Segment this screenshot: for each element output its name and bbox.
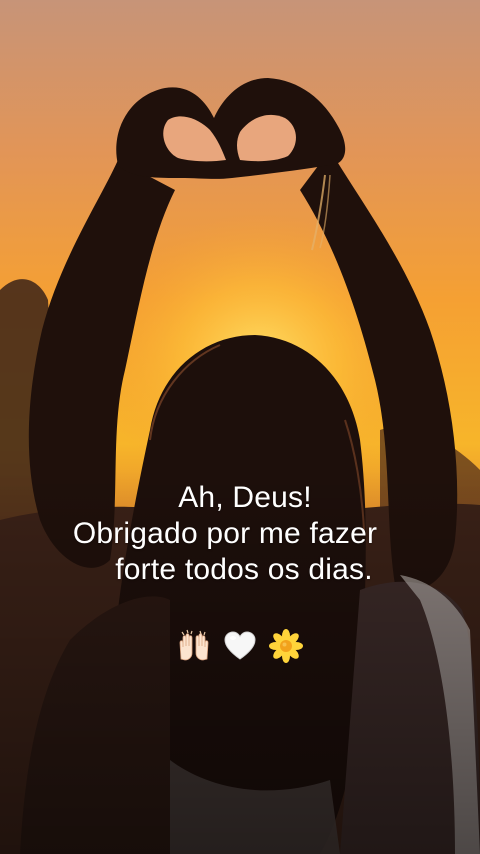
white-heart-icon bbox=[222, 629, 258, 663]
background-photo bbox=[0, 0, 480, 854]
caption-line-2: Obrigado por me fazer bbox=[72, 517, 378, 550]
caption-line-1: Ah, Deus! bbox=[178, 481, 312, 514]
emoji-row bbox=[0, 628, 480, 663]
raised-hands-icon bbox=[176, 629, 212, 663]
sunset-silhouette-image bbox=[0, 0, 480, 854]
caption: Ah, Deus! Obrigado por me fazer forte to… bbox=[0, 480, 480, 588]
caption-line-3: forte todos os dias. bbox=[115, 553, 373, 586]
blossom-icon bbox=[268, 628, 304, 663]
